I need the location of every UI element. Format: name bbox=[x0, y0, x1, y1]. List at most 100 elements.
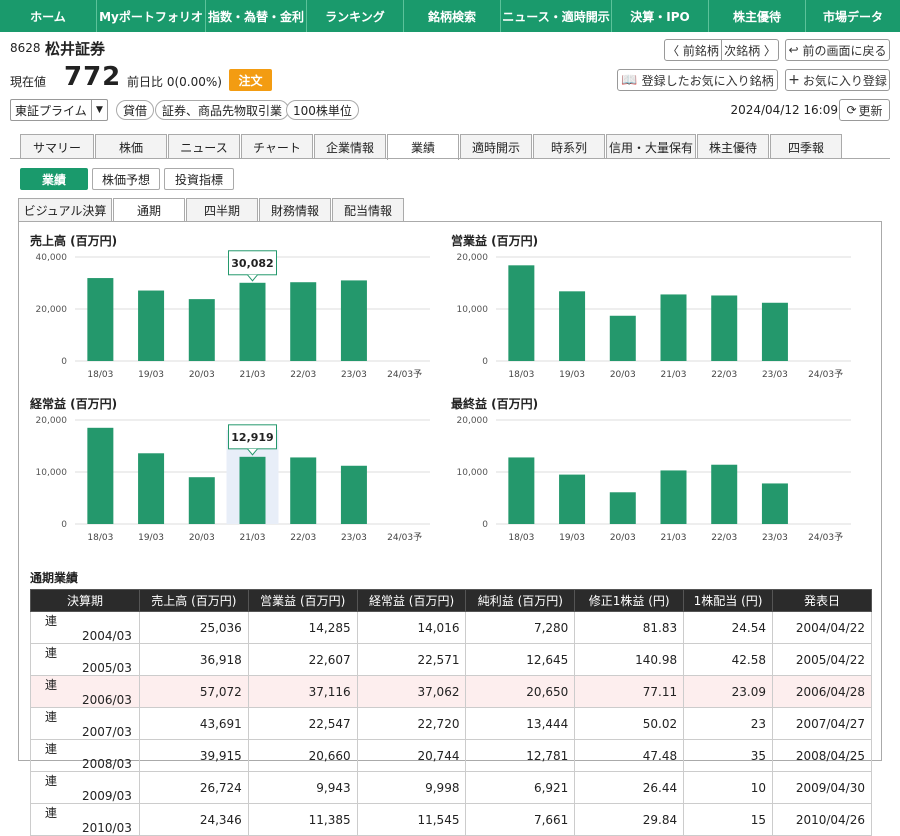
cell-sales: 24,346 bbox=[138, 803, 249, 836]
registered-favorites-button[interactable]: 📖 登録したお気に入り銘柄 bbox=[617, 69, 778, 91]
tab-annual[interactable]: 通期 bbox=[113, 198, 185, 221]
x-tick-label: 19/03 bbox=[559, 370, 585, 380]
nav-home[interactable]: ホーム bbox=[0, 0, 97, 32]
period-tabs: ビジュアル決算 通期 四半期 財務情報 配当情報 bbox=[18, 198, 405, 221]
tooltip-label: 12,919 bbox=[231, 431, 273, 444]
prev-stock-button[interactable]: 〈 前銘柄 bbox=[664, 39, 722, 61]
nav-market-data[interactable]: 市場データ bbox=[806, 0, 900, 32]
cell-net: 7,661 bbox=[465, 803, 576, 836]
bar[interactable] bbox=[559, 474, 586, 524]
chart-net-title: 最終益 (百万円) bbox=[451, 397, 539, 411]
cell-operating: 20,660 bbox=[247, 739, 358, 772]
bar[interactable] bbox=[559, 291, 586, 361]
chart-ordinary-title: 経常益 (百万円) bbox=[30, 397, 118, 411]
x-tick-label: 23/03 bbox=[341, 370, 367, 380]
bar[interactable] bbox=[761, 483, 788, 524]
cell-dividend: 24.54 bbox=[683, 611, 773, 644]
update-datetime: 2024/04/12 16:09 bbox=[730, 103, 838, 117]
cell-announce-date: 2006/04/28 bbox=[771, 675, 873, 708]
tab-benefits[interactable]: 株主優待 bbox=[697, 134, 769, 159]
bar[interactable] bbox=[87, 427, 114, 524]
cell-operating: 11,385 bbox=[247, 803, 358, 836]
cell-ordinary: 11,545 bbox=[356, 803, 467, 836]
nav-index-fx-rates[interactable]: 指数・為替・金利 bbox=[206, 0, 307, 32]
cell-eps: 26.44 bbox=[574, 771, 685, 804]
nav-stock-search[interactable]: 銘柄検索 bbox=[404, 0, 501, 32]
tab-company-info[interactable]: 企業情報 bbox=[314, 134, 386, 159]
refresh-button[interactable]: ⟳ 更新 bbox=[839, 99, 890, 121]
tab-quarterly[interactable]: 四半期 bbox=[186, 198, 258, 221]
cell-announce-date: 2004/04/22 bbox=[771, 611, 873, 644]
bar[interactable] bbox=[660, 294, 687, 361]
nav-shareholder-benefits[interactable]: 株主優待 bbox=[709, 0, 806, 32]
bar[interactable] bbox=[239, 282, 266, 361]
subtab-indicators[interactable]: 投資指標 bbox=[164, 168, 234, 190]
y-tick-label: 20,000 bbox=[457, 253, 489, 263]
subtab-results[interactable]: 業績 bbox=[20, 168, 88, 190]
bar[interactable] bbox=[290, 282, 317, 361]
x-tick-label: 20/03 bbox=[189, 370, 215, 380]
bar[interactable] bbox=[290, 457, 317, 524]
y-tick-label: 40,000 bbox=[36, 253, 68, 263]
cell-consolidated-mark: 連 bbox=[45, 710, 58, 724]
y-tick-label: 10,000 bbox=[36, 468, 68, 478]
bar[interactable] bbox=[609, 492, 636, 524]
refresh-label: 更新 bbox=[858, 103, 883, 118]
cell-fiscal-period: 2006/03 bbox=[82, 693, 132, 707]
x-tick-label: 20/03 bbox=[189, 533, 215, 543]
tab-chart[interactable]: チャート bbox=[241, 134, 313, 159]
cell-ordinary: 37,062 bbox=[356, 675, 467, 708]
x-tick-label: 18/03 bbox=[508, 533, 534, 543]
back-button[interactable]: ↩ 前の画面に戻る bbox=[785, 39, 890, 61]
bar[interactable] bbox=[761, 302, 788, 361]
bar[interactable] bbox=[138, 290, 165, 361]
tab-dividend-info[interactable]: 配当情報 bbox=[332, 198, 404, 221]
bar[interactable] bbox=[508, 265, 535, 361]
tab-margin-holdings[interactable]: 信用・大量保有 bbox=[606, 134, 696, 159]
stock-name: 松井証券 bbox=[45, 40, 106, 58]
tab-financial-info[interactable]: 財務情報 bbox=[259, 198, 331, 221]
y-tick-label: 0 bbox=[482, 520, 488, 530]
market-select-value: 東証プライム bbox=[15, 103, 87, 118]
tab-shikiho[interactable]: 四季報 bbox=[770, 134, 842, 159]
y-tick-label: 20,000 bbox=[36, 305, 68, 315]
nav-portfolio[interactable]: Myポートフォリオ bbox=[97, 0, 206, 32]
chart-sales-title: 売上高 (百万円) bbox=[30, 234, 118, 248]
bar[interactable] bbox=[711, 295, 738, 361]
table-row: 連 2006/03 57,072 37,116 37,062 20,650 77.11 23.… bbox=[30, 675, 873, 708]
tab-time-series[interactable]: 時系列 bbox=[533, 134, 605, 159]
nav-earnings-ipo[interactable]: 決算・IPO bbox=[612, 0, 709, 32]
tab-results[interactable]: 業績 bbox=[387, 134, 459, 160]
bar[interactable] bbox=[188, 299, 215, 361]
next-stock-button[interactable]: 次銘柄 〉 bbox=[721, 39, 779, 61]
order-button[interactable]: 注文 bbox=[229, 69, 272, 91]
tab-summary[interactable]: サマリー bbox=[20, 134, 94, 159]
bar[interactable] bbox=[340, 465, 367, 524]
cell-consolidated-mark: 連 bbox=[45, 646, 58, 660]
table-row: 連 2009/03 26,724 9,943 9,998 6,921 26.44 10 2009… bbox=[30, 771, 873, 804]
table-row: 連 2008/03 39,915 20,660 20,744 12,781 47.48 35 2… bbox=[30, 739, 873, 772]
tab-news[interactable]: ニュース bbox=[168, 134, 240, 159]
bar[interactable] bbox=[138, 453, 165, 524]
tab-stock-price[interactable]: 株価 bbox=[95, 134, 167, 159]
bar[interactable] bbox=[660, 470, 687, 524]
subtab-price-forecast[interactable]: 株価予想 bbox=[92, 168, 160, 190]
nav-news[interactable]: ニュース・適時開示 bbox=[501, 0, 612, 32]
cell-fiscal-period: 2010/03 bbox=[82, 821, 132, 835]
bar[interactable] bbox=[711, 464, 738, 524]
add-favorite-button[interactable]: + お気に入り登録 bbox=[785, 69, 890, 91]
bar[interactable] bbox=[340, 280, 367, 361]
bar[interactable] bbox=[87, 278, 114, 361]
nav-ranking[interactable]: ランキング bbox=[307, 0, 404, 32]
tab-visual-results[interactable]: ビジュアル決算 bbox=[18, 198, 112, 221]
market-select[interactable]: 東証プライム ▼ bbox=[10, 99, 108, 121]
bar[interactable] bbox=[188, 477, 215, 524]
tag-industry[interactable]: 証券、商品先物取引業 bbox=[155, 100, 290, 120]
cell-operating: 14,285 bbox=[247, 611, 358, 644]
tab-disclosure[interactable]: 適時開示 bbox=[460, 134, 532, 159]
col-operating: 営業益 (百万円) bbox=[247, 589, 358, 612]
col-ordinary: 経常益 (百万円) bbox=[356, 589, 467, 612]
bar[interactable] bbox=[508, 457, 535, 524]
bar[interactable] bbox=[239, 456, 266, 524]
bar[interactable] bbox=[609, 315, 636, 361]
